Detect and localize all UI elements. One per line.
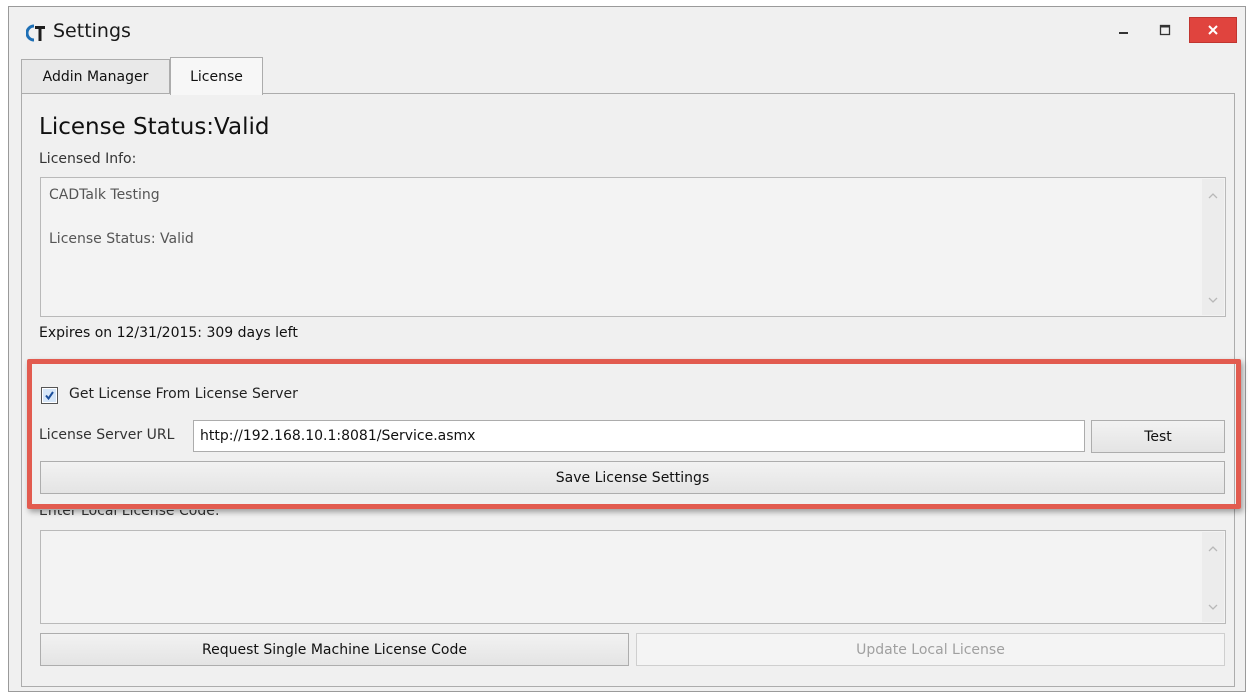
expiry-text: Expires on 12/31/2015: 309 days left bbox=[39, 325, 298, 341]
licensed-info-content: CADTalk Testing License Status: Valid bbox=[49, 184, 194, 250]
save-license-settings-button[interactable]: Save License Settings bbox=[40, 461, 1225, 494]
scroll-down-icon[interactable] bbox=[1202, 289, 1224, 311]
local-license-code-label: Enter Local License Code: bbox=[39, 510, 220, 520]
update-local-license-button[interactable]: Update Local License bbox=[636, 633, 1225, 666]
licensed-info-line: CADTalk Testing bbox=[49, 187, 160, 203]
licensed-info-textarea[interactable]: CADTalk Testing License Status: Valid bbox=[40, 177, 1226, 317]
license-server-checkbox-label[interactable]: Get License From License Server bbox=[69, 386, 298, 402]
maximize-button[interactable] bbox=[1145, 17, 1185, 43]
local-license-code-label-text: Enter Local License Code: bbox=[39, 510, 220, 519]
cadtalk-logo-icon bbox=[25, 23, 46, 43]
title-bar[interactable]: Settings bbox=[9, 7, 1245, 57]
license-status-heading: License Status:Valid bbox=[39, 114, 270, 140]
settings-window: Settings Addin Manager License License S… bbox=[8, 6, 1246, 692]
checkmark-icon bbox=[43, 389, 56, 402]
scroll-down-icon[interactable] bbox=[1202, 596, 1224, 618]
tab-addin-manager[interactable]: Addin Manager bbox=[21, 59, 170, 93]
scroll-up-icon[interactable] bbox=[1202, 185, 1224, 207]
server-url-input[interactable] bbox=[193, 420, 1085, 452]
close-icon bbox=[1208, 25, 1218, 35]
minimize-button[interactable] bbox=[1107, 17, 1141, 43]
licensed-info-scrollbar[interactable] bbox=[1202, 179, 1224, 315]
test-button[interactable]: Test bbox=[1091, 420, 1225, 453]
close-button[interactable] bbox=[1189, 17, 1237, 43]
maximize-icon bbox=[1159, 24, 1171, 36]
minimize-icon bbox=[1119, 32, 1128, 34]
request-license-code-button[interactable]: Request Single Machine License Code bbox=[40, 633, 629, 666]
server-url-label: License Server URL bbox=[39, 427, 175, 443]
licensed-info-line: License Status: Valid bbox=[49, 231, 194, 247]
licensed-info-line bbox=[49, 206, 194, 228]
licensed-info-label: Licensed Info: bbox=[39, 151, 137, 167]
license-server-checkbox[interactable] bbox=[41, 387, 58, 404]
tab-license[interactable]: License bbox=[170, 57, 263, 95]
window-title: Settings bbox=[53, 20, 131, 42]
scroll-up-icon[interactable] bbox=[1202, 538, 1224, 560]
local-license-scrollbar[interactable] bbox=[1202, 532, 1224, 622]
local-license-code-textarea[interactable] bbox=[40, 530, 1226, 624]
